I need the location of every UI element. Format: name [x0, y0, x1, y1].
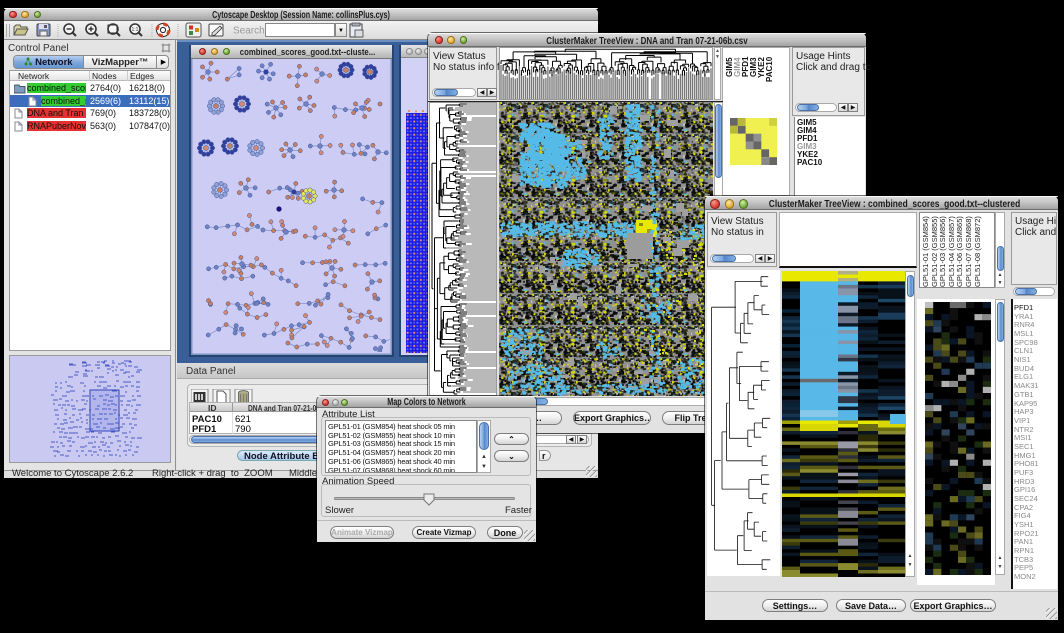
svg-text:Search:: Search: [233, 26, 267, 37]
svg-text:1:1: 1:1 [132, 27, 139, 33]
